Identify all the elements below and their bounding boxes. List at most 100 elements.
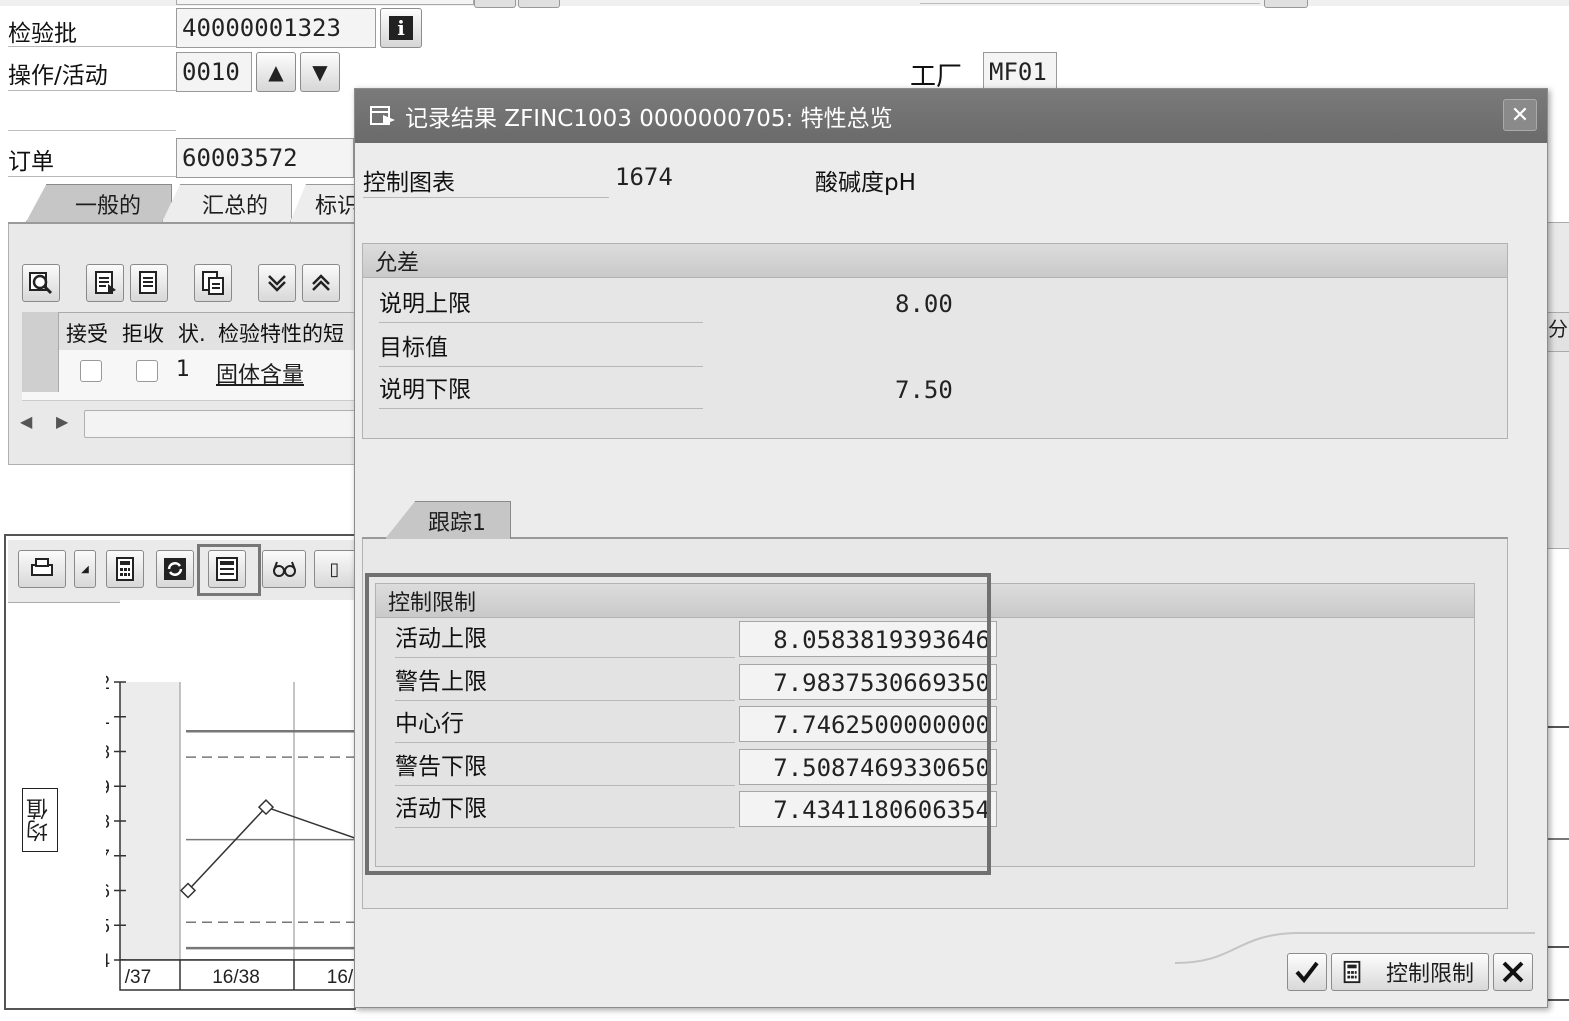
background-chart-right <box>1548 548 1569 1001</box>
document-button[interactable] <box>130 264 168 302</box>
dialog-window-icon <box>370 106 395 125</box>
dialog-title-bar: 记录结果 ZFINC1003 0000000705: 特性总览 <box>355 89 1547 143</box>
accept-checkbox[interactable] <box>80 360 102 382</box>
background-line <box>1548 726 1569 728</box>
order-field[interactable]: 60003572 <box>176 138 354 178</box>
scroll-left-button[interactable]: ◀ <box>20 412 32 431</box>
control-limit-label: 活动下限 <box>395 789 735 828</box>
record-results-dialog: 记录结果 ZFINC1003 0000000705: 特性总览 ✕ 控制图表 1… <box>354 88 1548 1008</box>
document-icon <box>139 271 157 294</box>
expand-button[interactable] <box>258 264 296 302</box>
dialog-title: 记录结果 ZFINC1003 0000000705: 特性总览 <box>405 106 893 132</box>
dialog-close-button[interactable]: ✕ <box>1503 99 1537 131</box>
y-tick-label: 7.4 <box>106 951 110 972</box>
row-selector-header <box>22 312 59 350</box>
calculator-icon <box>116 557 134 581</box>
column-header-characteristic[interactable]: 检验特性的短 <box>218 318 354 348</box>
order-label: 订单 <box>8 142 176 177</box>
control-limits-rows: 活动上限 8.0583819393646 警告上限 7.9837530669350 中心… <box>375 619 997 861</box>
reject-checkbox[interactable] <box>136 360 158 382</box>
control-limits-button-label: 控制限制 <box>1386 962 1475 987</box>
tab-ident-label: 标识 <box>315 193 360 219</box>
close-icon: ✕ <box>1510 102 1530 128</box>
copy-button[interactable] <box>194 264 232 302</box>
info-icon: i <box>389 16 413 40</box>
operation-field[interactable]: 0010 <box>176 52 252 92</box>
column-header-status[interactable]: 状. <box>178 318 206 348</box>
tab-summary[interactable]: 汇总的 <box>162 184 292 222</box>
control-limit-label: 活动上限 <box>395 619 735 658</box>
control-limit-value[interactable]: 7.4341180606354 <box>739 791 997 827</box>
control-chart-label: 控制图表 <box>363 163 609 198</box>
control-limit-value[interactable]: 8.0583819393646 <box>739 621 997 657</box>
chart-grid <box>120 600 356 965</box>
cancel-button[interactable] <box>1493 953 1533 991</box>
control-limit-label: 警告下限 <box>395 747 735 786</box>
tolerance-group: 允差 说明上限 8.00 目标值 说明下限 7.50 <box>362 243 1508 439</box>
horizontal-scrollbar[interactable] <box>84 410 356 438</box>
scroll-right-button[interactable]: ▶ <box>56 412 68 431</box>
inspection-lot-field[interactable]: 40000001323 <box>176 8 376 48</box>
y-tick-label: 8.2 <box>106 673 110 694</box>
background-line <box>1548 946 1569 948</box>
triangle-down-icon: ▼ <box>312 60 328 84</box>
find-button[interactable] <box>22 264 60 302</box>
chevron-down-icon <box>268 275 286 292</box>
control-chart-plot: 8.2 8.1 8 7.9 7.8 7.7 7.6 7.5 7.4 /37 16/38 16/ <box>106 600 356 991</box>
y-tick-label: 7.9 <box>106 777 110 798</box>
plot-band <box>120 682 180 960</box>
tab-general-label: 一般的 <box>74 193 141 219</box>
control-limit-label: 警告上限 <box>395 662 735 701</box>
y-tick-label: 7.5 <box>106 916 110 937</box>
tab-track-1[interactable]: 跟踪1 <box>385 501 511 539</box>
confirm-button[interactable] <box>1287 953 1327 991</box>
chevron-up-icon <box>312 274 330 291</box>
plant-field[interactable]: MF01 <box>983 52 1057 92</box>
chart-dropdown-button[interactable]: ◢ <box>74 550 96 588</box>
y-tick-label: 8 <box>106 743 110 764</box>
collapse-button[interactable] <box>302 264 340 302</box>
control-limits-group-title: 控制限制 <box>376 584 1474 618</box>
top-btn-stub <box>474 0 516 8</box>
control-limit-value[interactable]: 7.9837530669350 <box>739 663 997 700</box>
tab-general[interactable]: 一般的 <box>26 184 172 222</box>
triangle-up-icon: ▲ <box>268 60 284 84</box>
control-limit-value[interactable]: 7.5087469330650 <box>739 748 997 785</box>
x-tick-label: /37 <box>125 967 151 988</box>
background-column-stub: 分 <box>1548 312 1569 352</box>
top-btn-stub <box>518 0 560 8</box>
magnifier-icon <box>29 272 53 295</box>
detail-button[interactable] <box>86 264 124 302</box>
tab-summary-label: 汇总的 <box>201 193 268 219</box>
y-tick-label: 8.1 <box>106 708 110 729</box>
column-header-accept[interactable]: 接受 <box>66 318 108 348</box>
x-tick-label: 16/38 <box>212 967 260 988</box>
control-limit-value[interactable]: 7.7462500000000 <box>739 706 997 742</box>
control-chart-value: 1674 <box>615 163 673 191</box>
target-label: 目标值 <box>379 328 703 367</box>
y-tick-label: 7.7 <box>106 847 110 868</box>
y-axis-title-box: 均值 <box>22 788 58 852</box>
tolerance-group-title: 允差 <box>363 244 1507 278</box>
chart-print-button[interactable] <box>18 550 66 588</box>
column-header-reject[interactable]: 拒收 <box>122 318 164 348</box>
operation-down-button[interactable]: ▼ <box>300 52 340 92</box>
refresh-icon <box>164 558 186 580</box>
operation-up-button[interactable]: ▲ <box>256 52 296 92</box>
control-limits-button[interactable]: 控制限制 <box>1331 953 1489 991</box>
y-tick-label: 7.6 <box>106 882 110 903</box>
y-tick-label: 7.8 <box>106 812 110 833</box>
upper-spec-value: 8.00 <box>895 290 953 318</box>
top-btn-stub <box>1264 0 1308 8</box>
lower-spec-label: 说明下限 <box>379 370 703 409</box>
status-value: 1 <box>176 357 190 382</box>
top-field-stub <box>176 0 474 5</box>
lower-spec-value: 7.50 <box>895 376 953 404</box>
document-icon <box>95 271 116 294</box>
slider-icon: ▯ <box>329 558 340 580</box>
control-limit-label: 中心行 <box>395 704 735 743</box>
calculator-icon <box>1343 960 1361 984</box>
characteristic-link[interactable]: 固体含量 <box>216 357 304 389</box>
info-button[interactable]: i <box>380 8 422 48</box>
row-selector[interactable] <box>22 350 59 392</box>
